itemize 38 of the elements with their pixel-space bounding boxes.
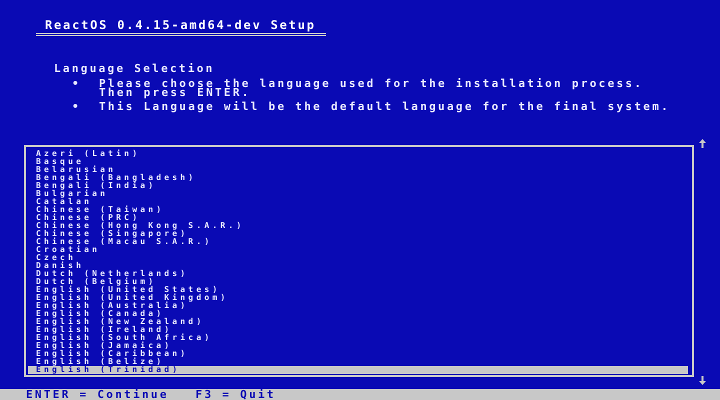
language-item[interactable]: Chinese (Hong Kong S.A.R.) xyxy=(28,222,688,230)
language-item[interactable]: English (Trinidad) xyxy=(28,366,688,374)
scroll-down-arrow-icon xyxy=(699,376,706,385)
language-item[interactable]: Azeri (Latin) xyxy=(28,150,688,158)
language-item[interactable]: English (South Africa) xyxy=(28,334,688,342)
section-heading: Language Selection xyxy=(54,63,215,75)
language-item[interactable]: Basque xyxy=(28,158,688,166)
instruction-text: Then press ENTER. xyxy=(99,88,252,97)
language-item[interactable]: English (Jamaica) xyxy=(28,342,688,350)
instruction-text: Please choose the language used for the installation process. xyxy=(99,79,644,88)
window-title: ReactOS 0.4.15-amd64-dev Setup xyxy=(36,19,326,36)
language-item[interactable]: Bengali (India) xyxy=(28,182,688,190)
language-item[interactable]: Danish xyxy=(28,262,688,270)
instruction-text: This Language will be the default language for the final system. xyxy=(99,102,670,111)
scroll-up-arrow-icon xyxy=(699,139,706,148)
language-item[interactable]: English (Ireland) xyxy=(28,326,688,334)
language-item[interactable]: Catalan xyxy=(28,198,688,206)
language-item[interactable]: English (United Kingdom) xyxy=(28,294,688,302)
language-item[interactable]: English (United States) xyxy=(28,286,688,294)
language-item[interactable]: Czech xyxy=(28,254,688,262)
language-item[interactable]: Dutch (Netherlands) xyxy=(28,270,688,278)
bullet-mark: • xyxy=(72,79,82,92)
language-item[interactable]: Chinese (Singapore) xyxy=(28,230,688,238)
language-item[interactable]: Belarusian xyxy=(28,166,688,174)
language-item[interactable]: English (Canada) xyxy=(28,310,688,318)
language-item[interactable]: Chinese (PRC) xyxy=(28,214,688,222)
language-item[interactable]: English (Belize) xyxy=(28,358,688,366)
language-item[interactable]: Chinese (Macau S.A.R.) xyxy=(28,238,688,246)
language-item[interactable]: Croatian xyxy=(28,246,688,254)
language-item[interactable]: English (New Zealand) xyxy=(28,318,688,326)
language-item[interactable]: Bengali (Bangladesh) xyxy=(28,174,688,182)
language-item[interactable]: Chinese (Taiwan) xyxy=(28,206,688,214)
language-item[interactable]: English (Australia) xyxy=(28,302,688,310)
language-item[interactable]: English (Caribbean) xyxy=(28,350,688,358)
language-item[interactable]: Dutch (Belgium) xyxy=(28,278,688,286)
bullet-mark: • xyxy=(72,102,82,111)
status-bar: ENTER = Continue F3 = Quit xyxy=(0,389,720,400)
language-item[interactable]: Bulgarian xyxy=(28,190,688,198)
